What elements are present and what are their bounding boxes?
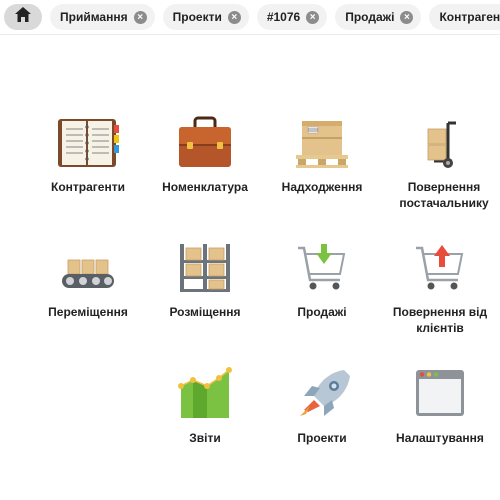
menu-tile-povernennia-vid-kliientiv[interactable]: Повернення від клієнтів <box>380 240 500 336</box>
rocket-icon <box>300 370 350 416</box>
tab-pryimannia[interactable]: Приймання × <box>50 4 155 30</box>
tab-kontrahenty[interactable]: Контрагенти × <box>429 4 500 30</box>
menu-tile-rozmishchennia[interactable]: Розміщення <box>145 240 265 320</box>
address-book-icon <box>58 119 119 167</box>
close-icon[interactable]: × <box>133 10 147 24</box>
tab-label: #1076 <box>266 10 301 24</box>
menu-label: Повернення від клієнтів <box>392 305 488 335</box>
menu-label: Проекти <box>297 431 347 445</box>
conveyor-icon <box>62 259 114 288</box>
warehouse-shelf-icon <box>180 244 230 292</box>
home-icon <box>15 7 31 27</box>
close-icon[interactable]: × <box>227 10 241 24</box>
tab-bar-divider <box>0 34 500 35</box>
menu-tile-peremishchennia[interactable]: Переміщення <box>28 240 148 320</box>
menu-label: Переміщення <box>48 305 128 319</box>
tab-1076[interactable]: #1076 × <box>256 4 328 30</box>
menu-label: Надходження <box>281 180 363 194</box>
chart-icon <box>178 367 232 418</box>
tab-label: Продажі <box>345 10 395 24</box>
hand-truck-icon <box>427 121 456 168</box>
tab-proekty[interactable]: Проекти × <box>162 4 249 30</box>
menu-tile-kontrahenty[interactable]: Контрагенти <box>28 115 148 195</box>
menu-label: Налаштування <box>396 431 484 445</box>
tab-prodazhi[interactable]: Продажі × <box>335 4 422 30</box>
menu-tile-povernennia-postachalnyku[interactable]: Повернення постачальнику <box>384 115 500 211</box>
menu-tile-prodazhi[interactable]: Продажі <box>262 240 382 320</box>
home-button[interactable] <box>4 4 42 30</box>
menu-label: Контрагенти <box>51 180 125 194</box>
menu-label: Розміщення <box>169 305 241 319</box>
browser-window-icon <box>416 370 464 416</box>
menu-tile-nomenklatura[interactable]: Номенклатура <box>145 115 265 195</box>
menu-label: Звіти <box>189 431 221 445</box>
close-icon[interactable]: × <box>306 10 320 24</box>
boxes-on-pallet-icon <box>296 121 348 168</box>
menu-tile-nadkhodzhennia[interactable]: Надходження <box>262 115 382 195</box>
tab-bar: Приймання × Проекти × #1076 × Продажі × … <box>0 0 500 34</box>
menu-tile-proekty[interactable]: Проекти <box>262 366 382 446</box>
cart-arrow-down-icon <box>298 244 346 290</box>
menu-label: Продажі <box>297 305 347 319</box>
menu-label: Повернення постачальнику <box>399 180 489 210</box>
tab-label: Проекти <box>172 10 222 24</box>
cart-arrow-up-icon <box>416 245 464 290</box>
tab-label: Приймання <box>60 10 128 24</box>
menu-label: Номенклатура <box>162 180 248 194</box>
tab-label: Контрагенти <box>439 10 500 24</box>
briefcase-icon <box>179 116 231 167</box>
menu-tile-nalashtuvannia[interactable]: Налаштування <box>380 366 500 446</box>
menu-tile-zvity[interactable]: Звіти <box>145 366 265 446</box>
close-icon[interactable]: × <box>400 10 414 24</box>
